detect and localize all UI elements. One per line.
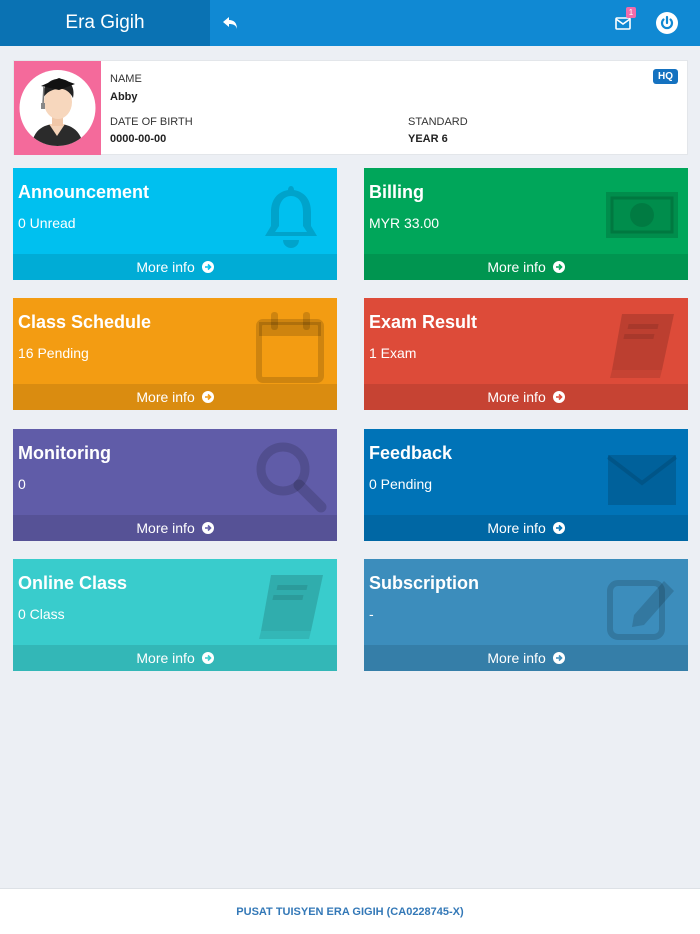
money-icon bbox=[606, 192, 678, 238]
more-info-label: More info bbox=[487, 259, 546, 275]
edit-icon bbox=[607, 580, 674, 640]
arrow-circle-right-icon bbox=[201, 390, 214, 403]
more-info-link[interactable]: More info bbox=[364, 384, 688, 410]
monitoring-card[interactable]: Monitoring 0 More info bbox=[13, 429, 337, 541]
envelope-icon bbox=[606, 455, 678, 505]
more-info-label: More info bbox=[136, 389, 195, 405]
card-title: Announcement bbox=[18, 182, 150, 202]
footer-text: PUSAT TUISYEN ERA GIGIH (CA0228745-X) bbox=[236, 906, 464, 918]
more-info-label: More info bbox=[136, 520, 195, 536]
card-subtitle: 0 Unread bbox=[18, 215, 76, 231]
billing-card[interactable]: Billing MYR 33.00 More info bbox=[364, 168, 688, 280]
online-class-card[interactable]: Online Class 0 Class More info bbox=[13, 559, 337, 671]
card-title: Subscription bbox=[369, 573, 480, 593]
card-title: Online Class bbox=[18, 573, 128, 593]
messages-button[interactable]: 1 bbox=[610, 7, 638, 37]
card-subtitle: 16 Pending bbox=[18, 345, 89, 361]
back-button[interactable] bbox=[218, 10, 244, 36]
announcement-card[interactable]: Announcement 0 Unread More info bbox=[13, 168, 337, 280]
calendar-icon bbox=[256, 312, 324, 383]
card-title: Monitoring bbox=[18, 443, 111, 463]
student-standard: YEAR 6 bbox=[408, 133, 448, 145]
more-info-link[interactable]: More info bbox=[13, 645, 337, 671]
arrow-circle-right-icon bbox=[552, 260, 565, 273]
dob-label: DATE OF BIRTH bbox=[110, 116, 193, 128]
more-info-link[interactable]: More info bbox=[364, 645, 688, 671]
book-icon bbox=[259, 575, 323, 639]
card-subtitle: 0 Pending bbox=[369, 476, 433, 492]
avatar-container bbox=[14, 61, 101, 155]
arrow-circle-right-icon bbox=[552, 651, 565, 664]
footer-bar: PUSAT TUISYEN ERA GIGIH (CA0228745-X) bbox=[0, 888, 700, 934]
app-brand[interactable]: Era Gigih bbox=[0, 0, 210, 46]
bell-icon bbox=[265, 186, 317, 248]
card-title: Feedback bbox=[369, 443, 453, 463]
standard-label: STANDARD bbox=[408, 116, 468, 128]
student-dob: 0000-00-00 bbox=[110, 133, 167, 145]
more-info-label: More info bbox=[487, 650, 546, 666]
arrow-circle-right-icon bbox=[201, 260, 214, 273]
power-icon bbox=[656, 12, 678, 34]
search-icon bbox=[256, 442, 327, 513]
class-schedule-card[interactable]: Class Schedule 16 Pending More info bbox=[13, 298, 337, 410]
top-navbar: Era Gigih 1 bbox=[0, 0, 700, 46]
more-info-link[interactable]: More info bbox=[13, 384, 337, 410]
logout-button[interactable] bbox=[654, 10, 680, 36]
message-count-badge: 1 bbox=[626, 7, 636, 18]
more-info-label: More info bbox=[487, 520, 546, 536]
student-name: Abby bbox=[110, 91, 138, 103]
arrow-circle-right-icon bbox=[201, 521, 214, 534]
more-info-link[interactable]: More info bbox=[364, 254, 688, 280]
card-title: Exam Result bbox=[369, 312, 478, 332]
card-subtitle: 1 Exam bbox=[369, 345, 417, 361]
card-subtitle: MYR 33.00 bbox=[369, 215, 440, 231]
more-info-link[interactable]: More info bbox=[364, 515, 688, 541]
student-profile-card: NAME Abby DATE OF BIRTH 0000-00-00 STAND… bbox=[13, 60, 688, 155]
avatar bbox=[19, 70, 96, 146]
exam-result-card[interactable]: Exam Result 1 Exam More info bbox=[364, 298, 688, 410]
name-label: NAME bbox=[110, 73, 142, 85]
reply-icon bbox=[223, 17, 237, 29]
hq-badge: HQ bbox=[653, 69, 678, 84]
more-info-label: More info bbox=[136, 259, 195, 275]
more-info-link[interactable]: More info bbox=[13, 254, 337, 280]
arrow-circle-right-icon bbox=[552, 390, 565, 403]
more-info-link[interactable]: More info bbox=[13, 515, 337, 541]
feedback-card[interactable]: Feedback 0 Pending More info bbox=[364, 429, 688, 541]
book-icon bbox=[610, 314, 674, 378]
arrow-circle-right-icon bbox=[552, 521, 565, 534]
more-info-label: More info bbox=[136, 650, 195, 666]
arrow-circle-right-icon bbox=[201, 651, 214, 664]
card-title: Class Schedule bbox=[18, 312, 152, 332]
card-subtitle: 0 Class bbox=[18, 606, 65, 622]
more-info-label: More info bbox=[487, 389, 546, 405]
card-subtitle: - bbox=[369, 606, 374, 622]
card-subtitle: 0 bbox=[18, 476, 26, 492]
card-title: Billing bbox=[369, 182, 424, 202]
subscription-card[interactable]: Subscription - More info bbox=[364, 559, 688, 671]
